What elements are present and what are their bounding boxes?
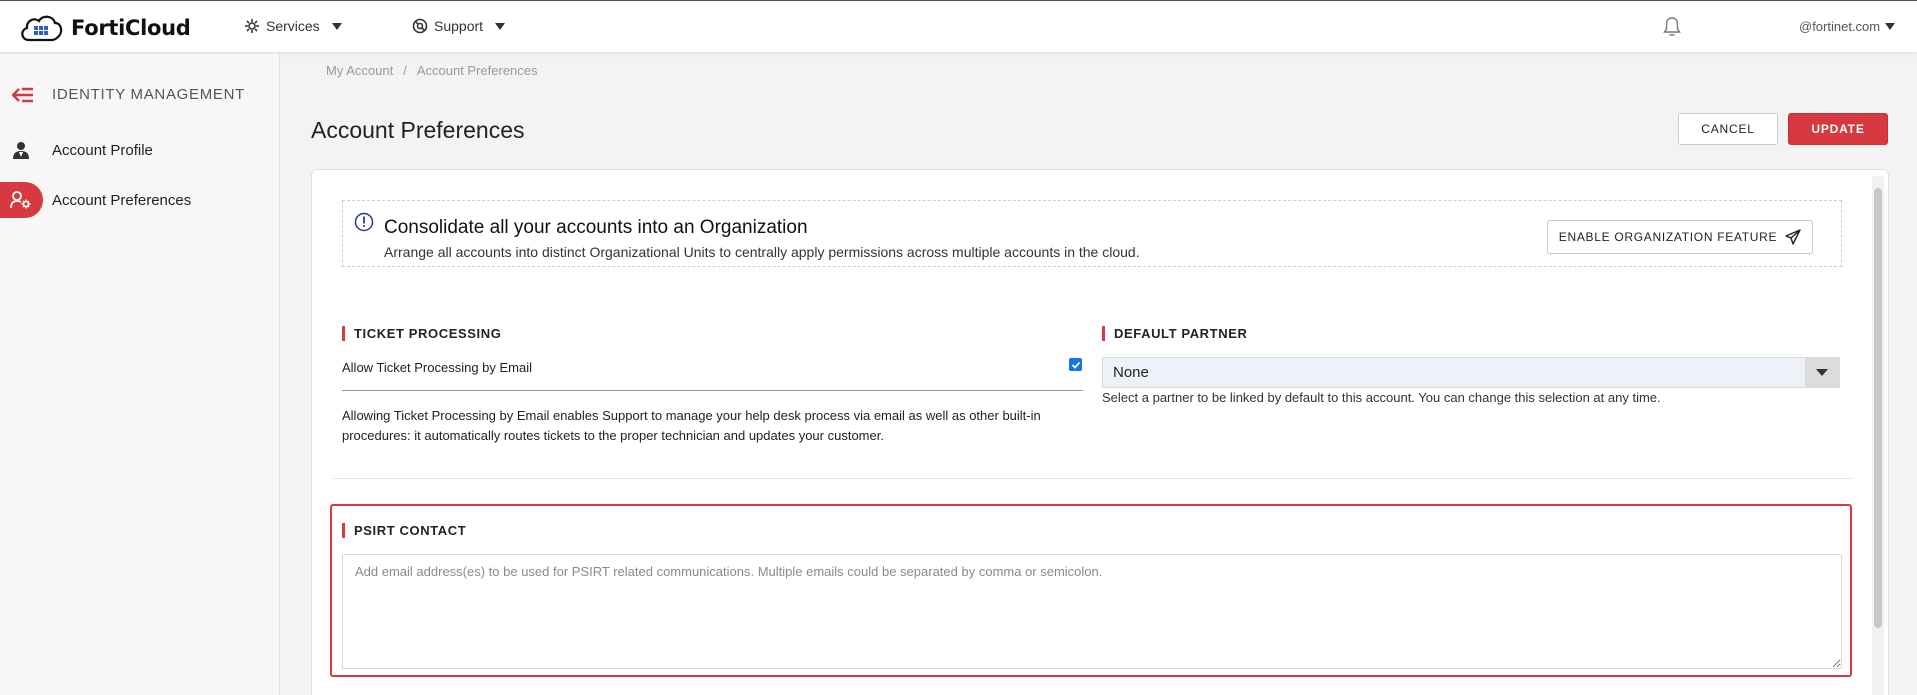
chevron-down-icon xyxy=(331,22,342,30)
default-partner-value: None xyxy=(1113,364,1149,381)
breadcrumb-separator: / xyxy=(403,63,407,78)
account-email: @fortinet.com xyxy=(1799,19,1881,34)
cloud-logo-icon xyxy=(21,15,63,42)
breadcrumb-my-account[interactable]: My Account xyxy=(326,63,393,78)
enable-organization-button[interactable]: ENABLE ORGANIZATION FEATURE xyxy=(1547,220,1813,254)
top-navbar: FortiCloud Services Support @fortinet.co… xyxy=(0,0,1917,53)
default-partner-heading: DEFAULT PARTNER xyxy=(1102,326,1247,341)
ticket-processing-checkbox[interactable] xyxy=(1069,358,1082,371)
dropdown-arrow[interactable] xyxy=(1805,358,1839,387)
sidebar-item-account-profile[interactable]: Account Profile xyxy=(0,132,280,168)
collapse-menu-icon xyxy=(12,87,33,102)
send-icon xyxy=(1785,229,1801,245)
checkmark-icon xyxy=(1071,361,1080,369)
chevron-down-icon xyxy=(1885,23,1896,30)
sidebar: IDENTITY MANAGEMENT Account Profile Acco… xyxy=(0,54,280,695)
sidebar-item-account-preferences[interactable]: Account Preferences xyxy=(0,182,280,218)
default-partner-hint: Select a partner to be linked by default… xyxy=(1102,390,1661,405)
bell-icon[interactable] xyxy=(1663,16,1681,38)
psirt-contact-textarea[interactable] xyxy=(342,554,1842,669)
ticket-processing-description: Allowing Ticket Processing by Email enab… xyxy=(342,408,1041,443)
cancel-button[interactable]: CANCEL xyxy=(1678,113,1778,145)
update-button[interactable]: UPDATE xyxy=(1788,113,1888,145)
user-settings-icon xyxy=(10,189,32,211)
default-partner-select[interactable]: None xyxy=(1102,357,1840,388)
support-icon xyxy=(412,18,428,34)
divider-line xyxy=(342,390,1083,391)
scrollbar-thumb[interactable] xyxy=(1874,188,1882,628)
ticket-processing-checkbox-label: Allow Ticket Processing by Email xyxy=(342,360,533,375)
ticket-processing-heading: TICKET PROCESSING xyxy=(342,326,501,341)
organization-title: Consolidate all your accounts into an Or… xyxy=(384,217,808,238)
organization-banner: Consolidate all your accounts into an Or… xyxy=(342,200,1842,267)
organization-description: Arrange all accounts into distinct Organ… xyxy=(384,244,1140,260)
services-menu[interactable]: Services xyxy=(244,18,342,34)
vertical-scrollbar[interactable] xyxy=(1872,176,1884,695)
sidebar-section-title: IDENTITY MANAGEMENT xyxy=(52,86,246,103)
breadcrumb: My Account / Account Preferences xyxy=(326,63,538,78)
chevron-down-icon xyxy=(1816,369,1828,376)
forticloud-logo[interactable]: FortiCloud xyxy=(18,13,191,43)
breadcrumb-current: Account Preferences xyxy=(416,63,538,78)
page-title: Account Preferences xyxy=(311,117,525,143)
psirt-contact-heading: PSIRT CONTACT xyxy=(342,523,466,538)
sidebar-collapse-toggle[interactable]: IDENTITY MANAGEMENT xyxy=(12,86,245,103)
sidebar-item-label: Account Profile xyxy=(52,141,153,159)
user-icon xyxy=(10,139,32,161)
logo-text: FortiCloud xyxy=(71,16,191,40)
sidebar-item-label: Account Preferences xyxy=(52,191,192,209)
info-icon xyxy=(354,212,374,232)
account-menu[interactable]: @fortinet.com xyxy=(1799,19,1896,34)
enable-organization-label: ENABLE ORGANIZATION FEATURE xyxy=(1558,230,1778,244)
services-label: Services xyxy=(266,18,320,34)
support-menu[interactable]: Support xyxy=(412,18,506,34)
services-icon xyxy=(245,19,259,33)
support-label: Support xyxy=(434,18,484,34)
section-divider xyxy=(333,478,1853,479)
chevron-down-icon xyxy=(495,22,506,30)
